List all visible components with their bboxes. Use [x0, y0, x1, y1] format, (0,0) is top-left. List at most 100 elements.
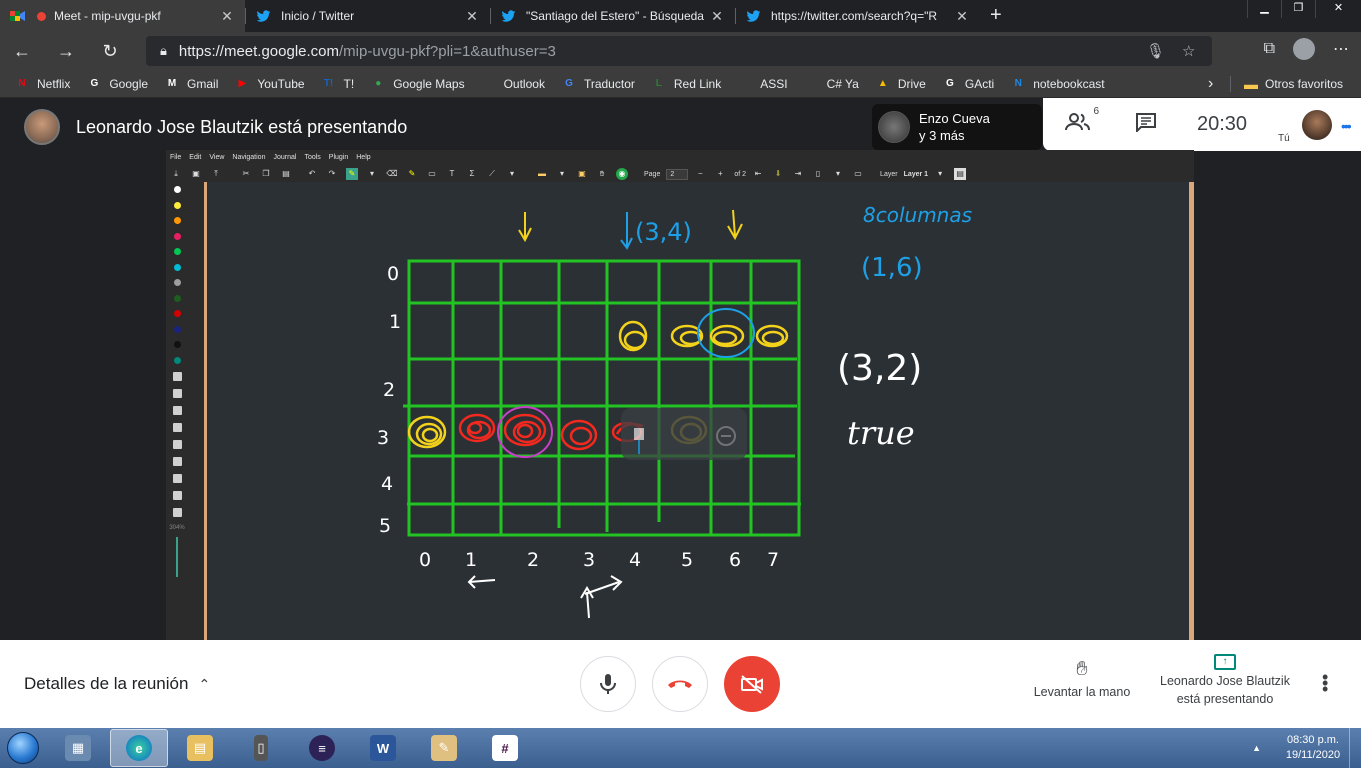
close-tab-icon[interactable]: ✕: [219, 8, 235, 25]
chevron-up-icon: ⌃: [198, 675, 211, 692]
more-bookmarks-icon[interactable]: ›: [1208, 75, 1213, 93]
taskbar-explorer[interactable]: ▤: [171, 729, 229, 767]
bookmark-google[interactable]: G Google: [86, 76, 148, 92]
taskbar-word[interactable]: W: [354, 729, 412, 767]
bookmark-youtube[interactable]: ▶ YouTube: [234, 76, 305, 92]
meeting-info-panel: 6 20:30 Tú •••: [1043, 98, 1361, 151]
bookmark-label: Gmail: [187, 76, 219, 91]
google-icon: G: [945, 78, 954, 89]
usb-icon: ▯: [254, 735, 268, 761]
text-icon: T: [449, 169, 455, 178]
pen-color-swatch: [173, 232, 181, 240]
svg-text:4: 4: [629, 549, 641, 571]
menu-icon[interactable]: ⋯: [1333, 39, 1349, 59]
taskbar-slack[interactable]: #: [476, 729, 534, 767]
star-icon[interactable]: ☆: [1182, 42, 1195, 60]
page-icon: ▯: [808, 78, 815, 89]
dot-size-large: [172, 423, 182, 432]
taskbar-calculator[interactable]: ▦: [49, 729, 107, 767]
svg-text:1: 1: [465, 549, 477, 571]
show-desktop-button[interactable]: [1349, 728, 1361, 768]
collections-icon[interactable]: ⧉: [1264, 40, 1275, 58]
other-bookmarks[interactable]: ▬ Otros favoritos: [1244, 76, 1343, 92]
bookmark-drive[interactable]: ▲ Drive: [875, 76, 926, 92]
new-tab-button[interactable]: +: [980, 0, 1012, 32]
tab-twitter-url[interactable]: https://twitter.com/search?q="R ✕: [735, 0, 980, 32]
close-tab-icon[interactable]: ✕: [464, 8, 480, 25]
bookmark-google-maps[interactable]: ● Google Maps: [370, 76, 464, 92]
fullscreen-icon: [172, 491, 182, 500]
bookmark-assi[interactable]: ▯ ASSI: [737, 76, 787, 92]
participant-tile[interactable]: Enzo Cueva y 3 más: [872, 104, 1042, 150]
svg-text:2: 2: [527, 549, 539, 571]
close-tab-icon[interactable]: ✕: [954, 8, 970, 25]
presenter-bar: Leonardo Jose Blautzik está presentando: [0, 98, 407, 156]
bookmark-gacti[interactable]: G GActi: [942, 76, 994, 92]
bookmark-netflix[interactable]: N Netflix: [14, 76, 70, 92]
tab-meet[interactable]: Meet - mip-uvgu-pkf ✕: [0, 0, 245, 32]
tab-twitter-home[interactable]: Inicio / Twitter ✕: [245, 0, 490, 32]
pen-color-swatch: [173, 310, 181, 317]
browser-tab-bar: Meet - mip-uvgu-pkf ✕ Inicio / Twitter ✕…: [0, 0, 1361, 32]
bookmark-gmail[interactable]: M Gmail: [164, 76, 219, 92]
bookmark-traductor[interactable]: G Traductor: [561, 76, 635, 92]
taskbar-eclipse[interactable]: ≡: [293, 729, 351, 767]
meeting-details-button[interactable]: Detalles de la reunión ⌃: [24, 674, 210, 694]
chat-icon: [1136, 112, 1156, 133]
reload-icon[interactable]: ↻: [88, 41, 132, 62]
zoom-slider: [176, 537, 178, 577]
mic-icon[interactable]: 🎙︎: [1146, 42, 1165, 60]
play-icon: ◉: [616, 168, 628, 180]
bookmark-c-ya[interactable]: ▯ C# Ya: [804, 76, 859, 92]
forward-icon[interactable]: →: [44, 41, 88, 62]
xournal-menu-view: View: [209, 153, 225, 161]
camera-off-button[interactable]: [724, 656, 780, 712]
dot-size-medium: [172, 406, 182, 415]
profile-icon[interactable]: [1293, 38, 1315, 60]
taskbar-usb[interactable]: ▯: [232, 729, 290, 767]
bookmark-label: Netflix: [37, 76, 71, 91]
minimize-icon[interactable]: ▁: [1247, 0, 1281, 18]
page-label: Page: [644, 170, 661, 178]
taskbar-clock[interactable]: 08:30 p.m. 19/11/2020: [1277, 733, 1349, 763]
back-icon[interactable]: ←: [0, 41, 44, 62]
close-tab-icon[interactable]: ✕: [709, 8, 725, 25]
svg-text:0: 0: [419, 549, 431, 571]
presenting-label: Leonardo Jose Blautzik está presentando: [1160, 674, 1290, 706]
self-avatar[interactable]: [1302, 110, 1332, 140]
eclipse-icon: ≡: [309, 735, 335, 761]
new-page-icon: ▯: [815, 169, 821, 178]
show-hidden-icons-icon[interactable]: ▲: [1252, 743, 1261, 753]
more-options-icon[interactable]: • • •: [1322, 668, 1328, 698]
chat-button[interactable]: [1135, 112, 1157, 138]
taskbar-edge[interactable]: e: [110, 729, 168, 767]
people-button[interactable]: 6: [1065, 106, 1099, 138]
translate-icon: G: [565, 78, 573, 89]
bookmark-red-link[interactable]: L Red Link: [651, 76, 721, 92]
pen-color-swatch: [173, 248, 181, 255]
delete-page-icon: ▭: [854, 169, 862, 178]
svg-text:3: 3: [377, 427, 389, 449]
taskbar-paint[interactable]: ✎: [415, 729, 473, 767]
bookmark-t-[interactable]: T! T!: [321, 76, 354, 92]
layer-label: Layer: [880, 170, 898, 178]
fit-icon: [172, 474, 182, 483]
mic-button[interactable]: [580, 656, 636, 712]
bookmark-notebookcast[interactable]: Nnotebookcast: [1010, 76, 1105, 92]
bookmark-label: GActi: [964, 76, 995, 91]
leave-call-button[interactable]: [652, 656, 708, 712]
start-button[interactable]: [0, 728, 46, 768]
close-window-icon[interactable]: ✕: [1315, 0, 1361, 18]
people-icon: [1065, 112, 1090, 130]
url-field[interactable]: 🔒︎ https://meet.google.com/mip-uvgu-pkf?…: [146, 36, 1212, 66]
presenting-button[interactable]: ↑ Leonardo Jose Blautzik está presentando: [1150, 654, 1300, 708]
raise-hand-button[interactable]: ✋︎ Levantar la mano: [1028, 658, 1136, 699]
presenter-text: Leonardo Jose Blautzik está presentando: [76, 116, 408, 137]
down-arrow-col-6: [727, 209, 743, 241]
bookmark-label: Google: [109, 76, 149, 91]
bookmark-outlook[interactable]: ▯ Outlook: [481, 76, 545, 92]
restore-icon[interactable]: ❐: [1281, 0, 1315, 18]
youtube-icon: ▶: [238, 78, 247, 89]
tab-twitter-search[interactable]: "Santiago del Estero" - Búsqueda ✕: [490, 0, 735, 32]
lock-icon: 🔒︎: [160, 43, 167, 58]
